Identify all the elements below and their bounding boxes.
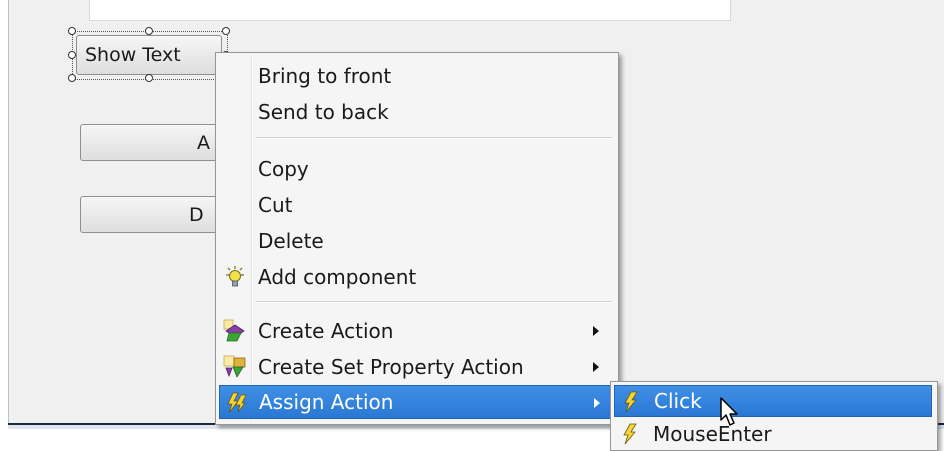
menu-separator [256,137,612,139]
resize-handle-bottom-middle[interactable] [145,74,153,82]
lightning-icon [224,391,248,415]
submenu-arrow-icon [593,362,599,372]
menu-separator [256,301,612,303]
menu-item-send-to-back[interactable]: Send to back [219,95,613,129]
set-property-icon [223,355,247,379]
menu-item-label: Delete [258,229,324,253]
menu-item-bring-to-front[interactable]: Bring to front [219,59,613,93]
submenu-item-mouseenter[interactable]: MouseEnter [614,419,932,449]
menu-item-label: Bring to front [258,64,392,88]
canvas-button-3-label: D [189,203,204,226]
menu-item-label: Cut [258,193,293,217]
menu-item-label: Copy [258,157,309,181]
menu-item-assign-action[interactable]: Assign Action [219,385,613,419]
resize-handle-top-left[interactable] [68,27,76,35]
mouse-cursor-icon [720,397,740,431]
menu-item-label: Create Action [258,319,394,343]
canvas-button-2-label: A [197,131,210,154]
lightbulb-icon [223,265,247,289]
context-menu: Bring to front Send to back Copy Cut Del… [215,52,619,425]
menu-item-label: Create Set Property Action [258,355,524,379]
menu-item-label: Add component [258,265,417,289]
menu-item-create-action[interactable]: Create Action [219,314,613,348]
assign-action-submenu: Click MouseEnter [610,381,938,451]
menu-item-delete[interactable]: Delete [219,224,613,258]
menu-item-label: Send to back [258,100,389,124]
resize-handle-top-middle[interactable] [145,27,153,35]
menu-item-create-set-property-action[interactable]: Create Set Property Action [219,350,613,384]
resize-handle-bottom-left[interactable] [68,74,76,82]
selection-frame [72,31,228,80]
submenu-arrow-icon [593,326,599,336]
submenu-item-label: MouseEnter [653,422,772,446]
resize-handle-top-right[interactable] [222,27,230,35]
submenu-item-click[interactable]: Click [614,385,932,417]
menu-item-add-component[interactable]: Add component [219,260,613,294]
lightning-icon [618,422,642,446]
create-action-icon [223,319,247,343]
white-panel [89,0,731,21]
menu-item-cut[interactable]: Cut [219,188,613,222]
menu-item-copy[interactable]: Copy [219,152,613,186]
submenu-item-label: Click [654,389,702,413]
resize-handle-middle-left[interactable] [68,51,76,59]
submenu-arrow-icon [594,398,600,408]
menu-item-label: Assign Action [259,390,394,414]
lightning-icon [619,390,643,414]
